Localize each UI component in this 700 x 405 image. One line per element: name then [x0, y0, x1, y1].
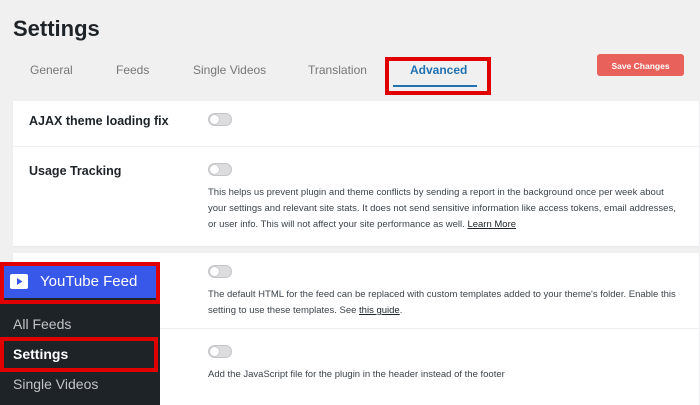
youtube-play-icon	[10, 274, 28, 289]
sidebar-item-single-videos[interactable]: Single Videos	[13, 376, 98, 392]
sidebar-item-settings[interactable]: Settings	[13, 346, 68, 362]
js-header-toggle[interactable]	[208, 345, 232, 358]
tab-general[interactable]: General	[30, 63, 73, 77]
usage-tracking-description: This helps us prevent plugin and theme c…	[208, 185, 678, 233]
period: .	[399, 305, 403, 316]
tab-advanced[interactable]: Advanced	[410, 63, 467, 77]
usage-tracking-toggle[interactable]	[208, 163, 232, 176]
ajax-fix-toggle[interactable]	[208, 113, 232, 126]
settings-tabs: General Feeds Single Videos Translation …	[0, 56, 700, 88]
save-changes-button[interactable]: Save Changes	[597, 54, 684, 76]
tab-single-videos[interactable]: Single Videos	[193, 63, 266, 77]
page-title: Settings	[13, 16, 100, 41]
tab-feeds[interactable]: Feeds	[116, 63, 149, 77]
learn-more-link[interactable]: Learn More	[467, 219, 516, 230]
custom-templates-toggle[interactable]	[208, 265, 232, 278]
youtube-feed-menu-header[interactable]: YouTube Feed	[4, 266, 157, 298]
settings-card-general: AJAX theme loading fix Usage Tracking Th…	[13, 101, 699, 246]
youtube-feed-label: YouTube Feed	[40, 273, 138, 290]
sidebar-item-all-feeds[interactable]: All Feeds	[13, 316, 71, 332]
custom-templates-text: The default HTML for the feed can be rep…	[208, 289, 676, 316]
usage-tracking-text: This helps us prevent plugin and theme c…	[208, 187, 676, 230]
active-tab-indicator	[393, 85, 477, 87]
ajax-fix-label: AJAX theme loading fix	[29, 114, 169, 128]
tab-translation[interactable]: Translation	[308, 63, 367, 77]
this-guide-link[interactable]: this guide	[359, 305, 400, 316]
custom-templates-description: The default HTML for the feed can be rep…	[208, 287, 678, 319]
js-header-description: Add the JavaScript file for the plugin i…	[208, 369, 505, 380]
row-divider	[13, 146, 699, 147]
admin-sidebar-menu: YouTube Feed All Feeds Settings Single V…	[0, 262, 160, 405]
usage-tracking-label: Usage Tracking	[29, 164, 122, 178]
